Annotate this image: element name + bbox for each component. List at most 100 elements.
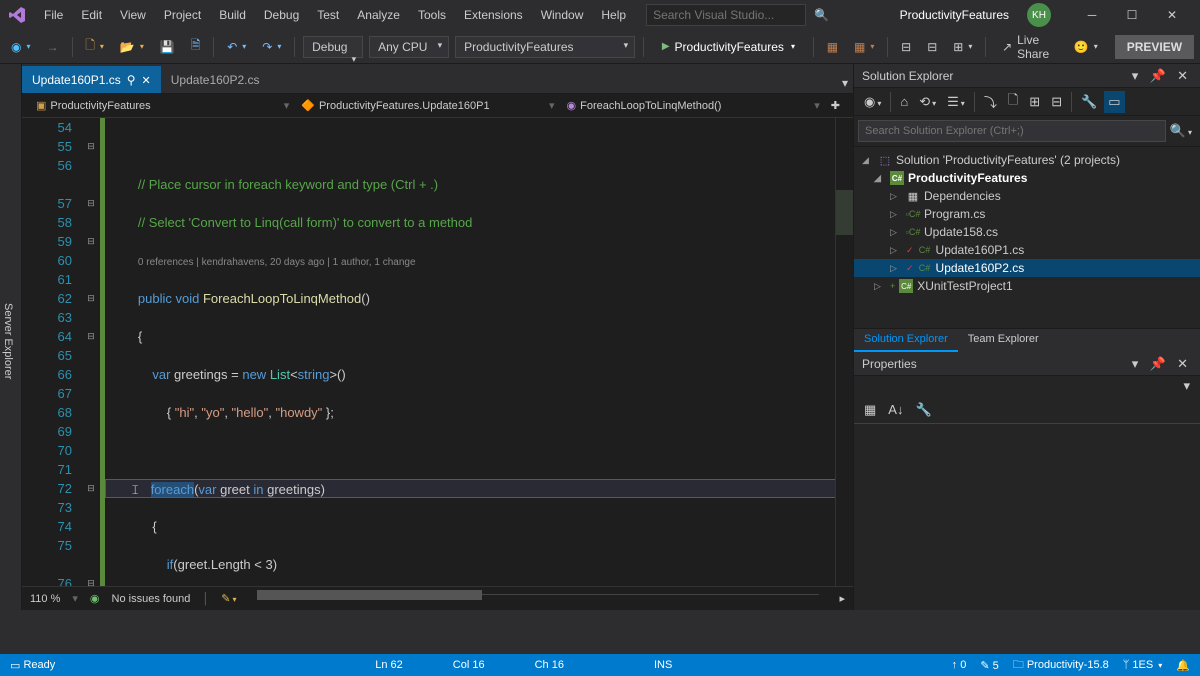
search-input[interactable]	[653, 8, 808, 22]
search-visual-studio[interactable]: 🔍	[646, 4, 806, 26]
se-filter-button[interactable]: ☰▾	[943, 91, 969, 113]
redo-button[interactable]: ↷▾	[257, 37, 286, 57]
tree-test-project[interactable]: ▷+C#XUnitTestProject1	[854, 277, 1200, 295]
se-back-button[interactable]: ◉▾	[860, 91, 885, 113]
tab-close-icon[interactable]: ✕	[142, 74, 151, 87]
tree-file-program[interactable]: ▷▫C#Program.cs	[854, 205, 1200, 223]
menu-edit[interactable]: Edit	[73, 4, 110, 26]
startup-combo[interactable]: ProductivityFeatures	[455, 36, 635, 58]
tab-update160p2[interactable]: Update160P2.cs	[161, 66, 270, 93]
status-upload[interactable]: ↑ 0	[952, 659, 967, 671]
menu-view[interactable]: View	[112, 4, 154, 26]
split-editor-button[interactable]: ✚	[826, 96, 845, 115]
menu-debug[interactable]: Debug	[256, 4, 307, 26]
status-repo[interactable]: 🗀 Productivity-15.8	[1013, 656, 1109, 675]
tab-update160p1[interactable]: Update160P1.cs ⚲ ✕	[22, 66, 161, 93]
props-wrench-button[interactable]: 🔧	[911, 399, 935, 421]
indent-button-2[interactable]: ⊟	[922, 37, 942, 57]
breadcrumb-method[interactable]: ◉ ForeachLoopToLinqMethod()	[561, 97, 809, 114]
menu-tools[interactable]: Tools	[410, 4, 454, 26]
tree-file-update160p1[interactable]: ▷✓C#Update160P1.cs	[854, 241, 1200, 259]
open-file-button[interactable]: 📂▾	[115, 37, 149, 57]
title-right: ProductivityFeatures KH ─ ☐ ✕	[892, 1, 1192, 29]
config-combo[interactable]: Debug	[303, 36, 363, 58]
search-icon[interactable]: 🔍▾	[1166, 120, 1196, 142]
minimize-button[interactable]: ─	[1072, 1, 1112, 29]
menu-help[interactable]: Help	[593, 4, 634, 26]
status-right: ↑ 0 ✎ 5 🗀 Productivity-15.8 ᛘ 1ES ▾ 🔔	[952, 656, 1190, 675]
save-button[interactable]: 💾	[155, 37, 180, 57]
feedback-button[interactable]: 🙂▾	[1069, 37, 1103, 57]
lightbulb-icon[interactable]: ✎▾	[221, 592, 236, 605]
start-debug-button[interactable]: ProductivityFeatures▾	[652, 37, 805, 57]
comment-button[interactable]: ⊞▾	[948, 37, 977, 57]
props-pin-icon[interactable]: 📌	[1146, 353, 1170, 374]
se-home-button[interactable]: ⌂	[896, 91, 912, 112]
tree-project[interactable]: ◢C#ProductivityFeatures	[854, 169, 1200, 187]
se-preview-button[interactable]: ▭	[1104, 91, 1124, 113]
tree-file-update160p2[interactable]: ▷✓C#Update160P2.cs	[854, 259, 1200, 277]
menu-analyze[interactable]: Analyze	[349, 4, 408, 26]
tree-file-update158[interactable]: ▷▫C#Update158.cs	[854, 223, 1200, 241]
props-combo-icon[interactable]: ▾	[1179, 375, 1194, 396]
tree-dependencies[interactable]: ▷▦Dependencies	[854, 187, 1200, 205]
tree-solution[interactable]: ◢⬚Solution 'ProductivityFeatures' (2 pro…	[854, 151, 1200, 169]
breadcrumb-class[interactable]: 🔶 ProductivityFeatures.Update160P1	[295, 97, 543, 114]
status-notifications-icon[interactable]: 🔔	[1176, 659, 1190, 672]
step-button-2[interactable]: ▦▾	[849, 37, 879, 57]
undo-button[interactable]: ↶▾	[222, 37, 251, 57]
platform-combo[interactable]: Any CPU	[369, 36, 449, 58]
props-alpha-button[interactable]: A↓	[884, 399, 907, 420]
panel-pin-icon[interactable]: 📌	[1146, 65, 1170, 86]
nav-back-button[interactable]: ◉▾	[6, 37, 36, 57]
search-icon: 🔍	[814, 8, 829, 22]
server-explorer-tab[interactable]: Server Explorer	[0, 72, 16, 610]
solution-search-input[interactable]	[858, 120, 1166, 142]
issues-label: No issues found	[112, 593, 191, 605]
props-close-icon[interactable]: ✕	[1173, 353, 1192, 374]
solution-search[interactable]: 🔍▾	[854, 116, 1200, 147]
panel-close-icon[interactable]: ✕	[1173, 65, 1192, 86]
new-project-button[interactable]: 🗋▾	[80, 33, 109, 60]
code-editor[interactable]: 5455565758596061626364656667686970717273…	[22, 118, 853, 586]
code-content[interactable]: // Place cursor in foreach keyword and t…	[105, 118, 853, 586]
menu-test[interactable]: Test	[309, 4, 347, 26]
menu-build[interactable]: Build	[211, 4, 254, 26]
se-collapse-button[interactable]: ⊟	[1047, 91, 1066, 113]
se-properties-button[interactable]: 🔧	[1077, 91, 1101, 113]
tab-solution-explorer[interactable]: Solution Explorer	[854, 329, 958, 352]
fold-gutter[interactable]: ⊟⊟⊟ ⊟⊟ ⊟⊟	[82, 118, 100, 586]
menu-extensions[interactable]: Extensions	[456, 4, 531, 26]
se-sync-button[interactable]: ⟲▾	[915, 91, 940, 113]
minimap[interactable]	[835, 118, 853, 586]
solution-tree[interactable]: ◢⬚Solution 'ProductivityFeatures' (2 pro…	[854, 147, 1200, 328]
props-categorize-button[interactable]: ▦	[860, 399, 880, 421]
indent-button-1[interactable]: ⊟	[896, 37, 916, 57]
se-pending-button[interactable]: ⤵	[980, 89, 1001, 114]
save-all-button[interactable]: 🗎	[186, 33, 206, 60]
status-changes[interactable]: ✎ 5	[980, 659, 998, 672]
step-button-1[interactable]: ▦	[822, 37, 843, 57]
panel-dropdown-icon[interactable]: ▾	[1128, 65, 1143, 86]
panel-tabs: Solution Explorer Team Explorer	[854, 328, 1200, 352]
tab-team-explorer[interactable]: Team Explorer	[958, 329, 1049, 352]
close-button[interactable]: ✕	[1152, 1, 1192, 29]
menu-project[interactable]: Project	[156, 4, 209, 26]
tab-pin-icon[interactable]: ⚲	[127, 73, 136, 87]
status-branch[interactable]: ᛘ 1ES ▾	[1123, 659, 1163, 671]
user-avatar[interactable]: KH	[1027, 3, 1051, 27]
scrollbar-right-icon[interactable]: ▸	[839, 592, 845, 605]
props-dropdown-icon[interactable]: ▾	[1128, 353, 1143, 374]
tab-overflow-button[interactable]: ▾	[837, 73, 853, 93]
se-refresh-button[interactable]: ⊞	[1025, 91, 1044, 113]
menu-window[interactable]: Window	[533, 4, 592, 26]
nav-forward-button[interactable]: →	[42, 37, 64, 57]
maximize-button[interactable]: ☐	[1112, 1, 1152, 29]
left-rail: Server Explorer Toolbox	[0, 64, 22, 610]
se-showall-button[interactable]: 🗋	[1004, 88, 1022, 116]
live-share-button[interactable]: ↗ Live Share	[994, 30, 1063, 64]
menu-file[interactable]: File	[36, 4, 71, 26]
breadcrumb-project[interactable]: ▣ ProductivityFeatures	[30, 97, 278, 114]
preview-button[interactable]: PREVIEW	[1115, 35, 1194, 59]
zoom-level[interactable]: 110 %	[30, 593, 60, 605]
